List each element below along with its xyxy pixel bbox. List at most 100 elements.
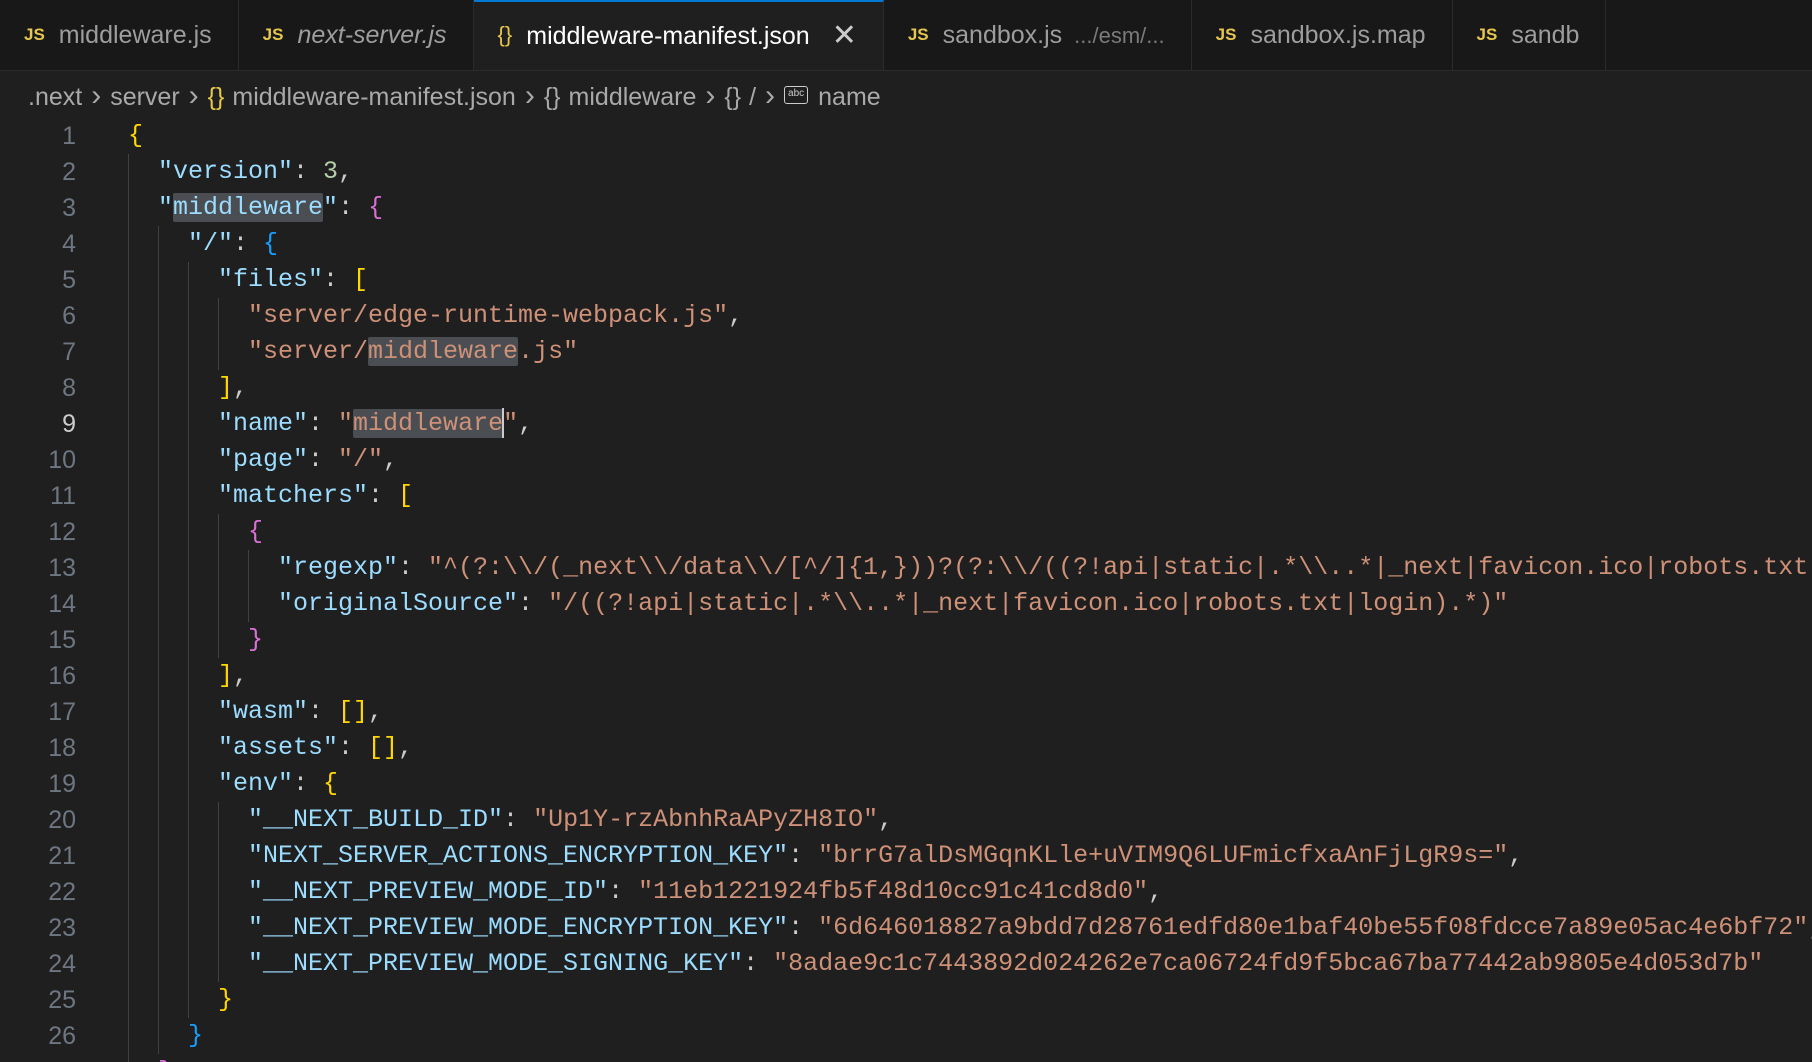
indent-guide xyxy=(218,946,219,982)
code-text: { xyxy=(128,118,143,154)
breadcrumb-item[interactable]: {} middleware xyxy=(544,83,697,111)
code-token: { xyxy=(248,517,264,546)
code-text: "originalSource": "/((?!api|static|.*\\.… xyxy=(278,586,1508,622)
code-token: } xyxy=(188,1021,204,1050)
code-token: , xyxy=(878,805,894,834)
indent-guide xyxy=(188,406,189,442)
breadcrumb-label: middleware-manifest.json xyxy=(232,83,516,111)
breadcrumb-item[interactable]: .next xyxy=(28,83,82,111)
code-text: "env": { xyxy=(218,766,338,802)
indent-guide xyxy=(128,838,129,874)
indent-guide xyxy=(188,550,189,586)
code-token: : xyxy=(503,805,534,834)
breadcrumb-item[interactable]: {} / xyxy=(724,83,756,111)
indent-guide xyxy=(128,874,129,910)
indent-guide xyxy=(218,910,219,946)
code-token: , xyxy=(338,157,354,186)
indent-guide xyxy=(158,730,159,766)
line-number: 8 xyxy=(62,374,76,402)
indent-guide xyxy=(158,334,159,370)
editor-tab[interactable]: JS sandbox.js.map xyxy=(1192,0,1453,70)
indent-guide xyxy=(158,910,159,946)
code-token: [ xyxy=(353,265,369,294)
js-file-icon: JS xyxy=(1476,25,1498,44)
code-line: 27}, xyxy=(0,1054,1812,1062)
editor-tab[interactable]: JS sandbox.js .../esm/... xyxy=(884,0,1192,70)
indent-guide xyxy=(218,838,219,874)
editor-tab[interactable]: {} middleware-manifest.json ✕ xyxy=(473,0,884,70)
line-number: 14 xyxy=(48,590,76,618)
breadcrumb-label: .next xyxy=(28,83,83,111)
line-number: 26 xyxy=(48,1022,76,1050)
tab-label: next-server.js xyxy=(297,21,447,49)
line-number: 13 xyxy=(48,554,76,582)
indent-guide xyxy=(128,406,129,442)
editor-tab[interactable]: JS next-server.js xyxy=(239,0,474,70)
indent-guide xyxy=(158,442,159,478)
line-number: 19 xyxy=(48,770,76,798)
editor-tab[interactable]: JS sandb xyxy=(1453,0,1607,70)
code-line: 6 "server/edge-runtime-webpack.js", xyxy=(0,298,1812,334)
code-text: "version": 3, xyxy=(158,154,353,190)
code-line: 10 "page": "/", xyxy=(0,442,1812,478)
indent-guide xyxy=(188,478,189,514)
indent-guide xyxy=(218,514,219,550)
code-token: "11eb1221924fb5f48d10cc91c41cd8d0" xyxy=(638,877,1149,906)
indent-guide xyxy=(188,694,189,730)
indent-guide xyxy=(188,658,189,694)
code-text: "__NEXT_PREVIEW_MODE_SIGNING_KEY": "8ada… xyxy=(248,946,1763,982)
line-number: 1 xyxy=(62,122,76,150)
code-token: " xyxy=(338,409,354,438)
code-token: , xyxy=(1508,841,1524,870)
code-token: , xyxy=(398,733,414,762)
code-line: 2 "version": 3, xyxy=(0,154,1812,190)
indent-guide xyxy=(218,334,219,370)
breadcrumb-item[interactable]: abc name xyxy=(784,83,881,111)
indent-guide xyxy=(188,514,189,550)
indent-guide xyxy=(158,370,159,406)
code-line: 17 "wasm": [], xyxy=(0,694,1812,730)
indent-guide xyxy=(158,262,159,298)
js-file-icon: JS xyxy=(24,25,45,44)
code-token: , xyxy=(368,697,384,726)
indent-guide xyxy=(128,190,129,226)
indent-guide xyxy=(128,586,129,622)
code-token: { xyxy=(368,193,384,222)
code-text: "assets": [], xyxy=(218,730,413,766)
line-number: 24 xyxy=(48,950,76,978)
indent-guide xyxy=(128,442,129,478)
indent-guide xyxy=(158,622,159,658)
close-icon[interactable]: ✕ xyxy=(832,19,857,52)
code-line: 22 "__NEXT_PREVIEW_MODE_ID": "11eb1221924… xyxy=(0,874,1812,910)
code-line: 18 "assets": [], xyxy=(0,730,1812,766)
tab-label: sandbox.js.map xyxy=(1250,21,1426,49)
code-token: : xyxy=(293,769,324,798)
code-text: "server/edge-runtime-webpack.js", xyxy=(248,298,743,334)
indent-guide xyxy=(248,586,249,622)
code-token: [ xyxy=(398,481,414,510)
indent-guide xyxy=(188,874,189,910)
line-number: 10 xyxy=(48,446,76,474)
js-file-icon: JS xyxy=(907,25,929,44)
string-icon: abc xyxy=(784,86,809,105)
js-file-icon: JS xyxy=(262,25,284,44)
editor-tab[interactable]: JS middleware.js xyxy=(0,0,239,70)
json-file-icon: {} xyxy=(497,22,513,47)
indent-guide xyxy=(248,550,249,586)
code-line: 11 "matchers": [ xyxy=(0,478,1812,514)
indent-guide xyxy=(188,298,189,334)
code-line: 7 "server/middleware.js" xyxy=(0,334,1812,370)
breadcrumb-item[interactable]: server xyxy=(110,83,179,111)
code-token: [] xyxy=(338,697,369,726)
indent-guide xyxy=(158,694,159,730)
code-line: 23 "__NEXT_PREVIEW_MODE_ENCRYPTION_KEY": … xyxy=(0,910,1812,946)
breadcrumb-item[interactable]: {} middleware-manifest.json xyxy=(208,83,516,111)
code-line: 12 { xyxy=(0,514,1812,550)
code-token: , xyxy=(173,1057,188,1062)
code-token: "wasm" xyxy=(218,697,309,726)
code-editor[interactable]: 1{2 "version": 3, 3 "middleware": {4 "/": {5… xyxy=(0,118,1812,1062)
indent-guide xyxy=(128,154,129,190)
code-token: } xyxy=(158,1057,173,1062)
code-token: "/" xyxy=(338,445,384,474)
code-token: "server/ xyxy=(248,337,369,366)
